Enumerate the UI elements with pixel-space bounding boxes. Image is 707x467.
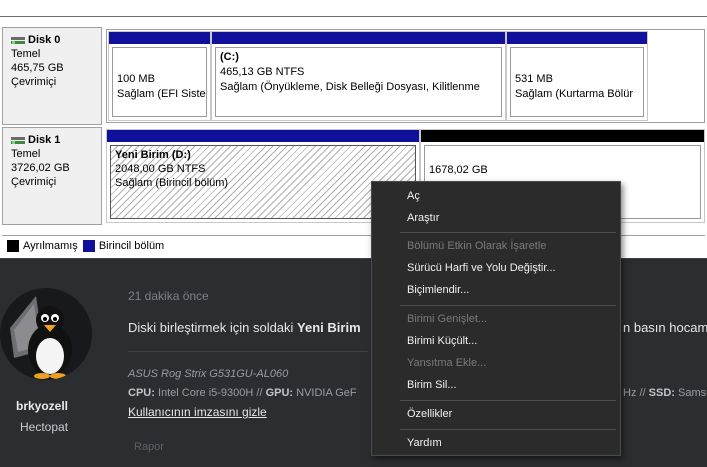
disk-icon	[11, 136, 25, 144]
menu-item-help[interactable]: Yardım	[407, 437, 442, 449]
menu-item-format[interactable]: Biçimlendir...	[407, 284, 469, 296]
disk-type: Temel	[11, 148, 41, 160]
username-link[interactable]: brkyozell	[16, 399, 68, 413]
partition-size: 100 MB	[117, 73, 155, 85]
penguin-avatar-icon	[10, 296, 72, 379]
disk-icon	[11, 36, 25, 44]
disk-info-1[interactable]: Disk 1 Temel 3726,02 GB Çevrimiçi	[2, 127, 102, 225]
disk-partitions-0: 100 MB Sağlam (EFI Siste (C:) 465,13 GB …	[106, 29, 705, 123]
signature-model: ASUS Rog Strix G531GU-AL060	[128, 368, 289, 380]
disk-row-0[interactable]: Disk 0 Temel 465,75 GB Çevrimiçi 100 MB …	[2, 27, 705, 125]
menu-item-mark-active: Bölümü Etkin Olarak İşaretle	[407, 240, 547, 252]
menu-item-properties[interactable]: Özellikler	[407, 408, 452, 420]
menu-separator	[400, 232, 616, 233]
menu-item-extend-volume: Birimi Genişlet...	[407, 313, 488, 325]
legend-unallocated: Ayrılmamış	[23, 240, 78, 252]
disk-info-0[interactable]: Disk 0 Temel 465,75 GB Çevrimiçi	[2, 27, 102, 125]
partition-size: 531 MB	[515, 73, 553, 85]
partition-size: 2048,00 GB NTFS	[115, 163, 206, 175]
message-end: n basın hocam.	[623, 320, 707, 335]
disk-name: Disk 0	[28, 34, 61, 46]
partition-size: 1678,02 GB	[429, 164, 488, 176]
legend-primary: Birincil bölüm	[98, 240, 165, 252]
tail-value: Hz //	[623, 387, 649, 399]
disk-type: Temel	[11, 48, 41, 60]
message-bold: Yeni Birim	[297, 320, 361, 335]
partition-status: Sağlam (Önyükleme, Disk Belleği Dosyası,…	[220, 81, 480, 93]
post-time[interactable]: 21 dakika önce	[128, 289, 209, 303]
cpu-value: Intel Core i5-9300H //	[154, 387, 266, 399]
signature-divider	[128, 351, 368, 352]
partition-recovery[interactable]: 531 MB Sağlam (Kurtarma Bölür	[506, 31, 648, 121]
menu-separator	[400, 305, 616, 306]
menu-item-change-drive-letter[interactable]: Sürücü Harfi ve Yolu Değiştir...	[407, 262, 556, 274]
avatar[interactable]	[0, 288, 92, 380]
context-menu: Aç Araştır Bölümü Etkin Olarak İşaretle …	[371, 181, 621, 456]
partition-efi[interactable]: 100 MB Sağlam (EFI Siste	[108, 31, 211, 121]
disk-name: Disk 1	[28, 134, 61, 146]
ssd-value: Samsu	[678, 387, 707, 399]
disk-size: 3726,02 GB	[11, 162, 70, 174]
cpu-label: CPU:	[128, 387, 155, 399]
message-start: Diski birleştirmek için soldaki	[128, 320, 298, 335]
menu-item-shrink-volume[interactable]: Birimi Küçült...	[407, 335, 477, 347]
partition-status: Sağlam (EFI Siste	[117, 88, 206, 100]
ssd-label: SSD:	[648, 387, 675, 399]
partition-title: Yeni Birim (D:)	[115, 149, 191, 161]
partition-title: (C:)	[220, 51, 239, 63]
report-link[interactable]: Rapor	[134, 441, 164, 453]
legend-swatch-unallocated	[7, 240, 19, 252]
partition-status: Sağlam (Birincil bölüm)	[115, 177, 229, 189]
legend-swatch-primary	[82, 240, 95, 252]
gpu-label: GPU:	[265, 387, 294, 399]
signature-specs: CPU: Intel Core i5-9300H // GPU: NVIDIA …	[128, 387, 707, 399]
partition-status: Sağlam (Kurtarma Bölür	[515, 88, 633, 100]
post-message: Diski birleştirmek için soldaki Yeni Bir…	[128, 320, 707, 335]
menu-separator	[400, 400, 616, 401]
menu-separator	[400, 429, 616, 430]
disk-status: Çevrimiçi	[11, 176, 57, 188]
gpu-value: NVIDIA GeF	[293, 387, 357, 399]
menu-item-add-mirror: Yansıtma Ekle...	[407, 357, 487, 369]
menu-item-explore[interactable]: Araştır	[407, 212, 439, 224]
user-title: Hectopat	[20, 420, 69, 434]
partition-size: 465,13 GB NTFS	[220, 66, 305, 78]
volume-list-edge	[0, 0, 707, 17]
partition-c[interactable]: (C:) 465,13 GB NTFS Sağlam (Önyükleme, D…	[211, 31, 506, 121]
hide-signature-link[interactable]: Kullanıcının imzasını gizle	[128, 405, 267, 419]
menu-item-open[interactable]: Aç	[407, 190, 420, 202]
disk-status: Çevrimiçi	[11, 76, 57, 88]
disk-size: 465,75 GB	[11, 62, 64, 74]
menu-item-delete-volume[interactable]: Birim Sil...	[407, 379, 457, 391]
